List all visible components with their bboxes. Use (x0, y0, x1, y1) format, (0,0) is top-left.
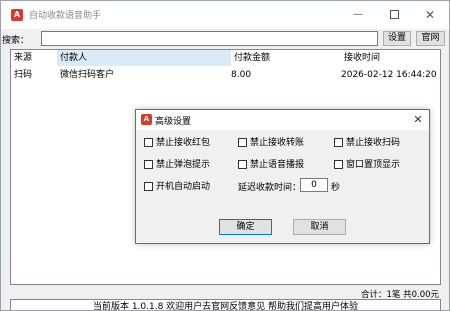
title-bar: A 自动收款语音助手 — ✕ (1, 1, 449, 29)
cell-payer: 微信扫码客户 (60, 70, 115, 80)
website-button[interactable]: 官网 (416, 31, 445, 46)
delay-unit: 秒 (331, 183, 341, 193)
cell-source: 扫码 (14, 70, 33, 80)
maximize-icon (389, 9, 399, 19)
table-row[interactable]: 扫码 微信扫码客户 8.00 2026-02-12 16:44:20 (11, 66, 440, 84)
checkbox-icon[interactable] (144, 182, 153, 191)
column-header-payer[interactable]: 付款人 (57, 50, 231, 66)
checkbox-label: 禁止弹泡提示 (156, 160, 211, 170)
search-label: 搜索： (2, 36, 30, 46)
checkbox-icon[interactable] (238, 138, 247, 147)
checkbox-label: 禁止接收红包 (156, 138, 211, 148)
dialog-title-bar: A 高级设置 ✕ (136, 110, 429, 130)
status-bar: 当前版本 1.0.1.8 欢迎用户去官网反馈意见 帮助我们提高用户体验 (10, 299, 441, 310)
ok-button[interactable]: 确定 (219, 219, 272, 235)
app-logo-icon: A (11, 9, 23, 21)
checkbox-icon[interactable] (144, 138, 153, 147)
checkbox-label: 禁止接收转账 (250, 138, 305, 148)
checkbox-label: 禁止语音播报 (250, 160, 305, 170)
column-header-amount[interactable]: 付款金额 (231, 50, 341, 66)
checkbox-label: 开机自动启动 (156, 182, 211, 192)
checkbox-icon[interactable] (334, 160, 343, 169)
search-input[interactable] (41, 31, 378, 46)
checkbox-icon[interactable] (238, 160, 247, 169)
minimize-button[interactable]: — (340, 1, 376, 29)
delay-input[interactable] (300, 178, 328, 192)
advanced-settings-dialog: A 高级设置 ✕ 禁止接收红包 禁止接收转账 禁止接收扫码 禁止弹泡提示 禁止语… (135, 109, 430, 244)
delay-label: 延迟收款时间： (238, 183, 302, 193)
search-bar: 搜索： 设置 官网 (1, 31, 449, 47)
dialog-title: 高级设置 (155, 117, 192, 127)
column-header-time[interactable]: 接收时间 (341, 50, 441, 66)
cell-amount: 8.00 (231, 70, 252, 80)
checkbox-label: 窗口置顶显示 (346, 160, 401, 170)
maximize-button[interactable] (376, 1, 412, 29)
close-button[interactable]: ✕ (412, 1, 448, 29)
settings-button[interactable]: 设置 (383, 31, 411, 46)
checkbox-icon[interactable] (334, 138, 343, 147)
dialog-close-button[interactable]: ✕ (408, 110, 428, 130)
checkbox-label: 禁止接收扫码 (346, 138, 401, 148)
window-title: 自动收款语音助手 (29, 11, 102, 21)
checkbox-icon[interactable] (144, 160, 153, 169)
cell-time: 2026-02-12 16:44:20 (341, 70, 437, 80)
dialog-logo-icon: A (141, 114, 152, 125)
cancel-button[interactable]: 取消 (293, 219, 346, 235)
column-header-source[interactable]: 来源 (11, 50, 57, 66)
main-window: A 自动收款语音助手 — ✕ 搜索： 设置 官网 来源 付款人 付款金额 接收时… (0, 0, 450, 311)
